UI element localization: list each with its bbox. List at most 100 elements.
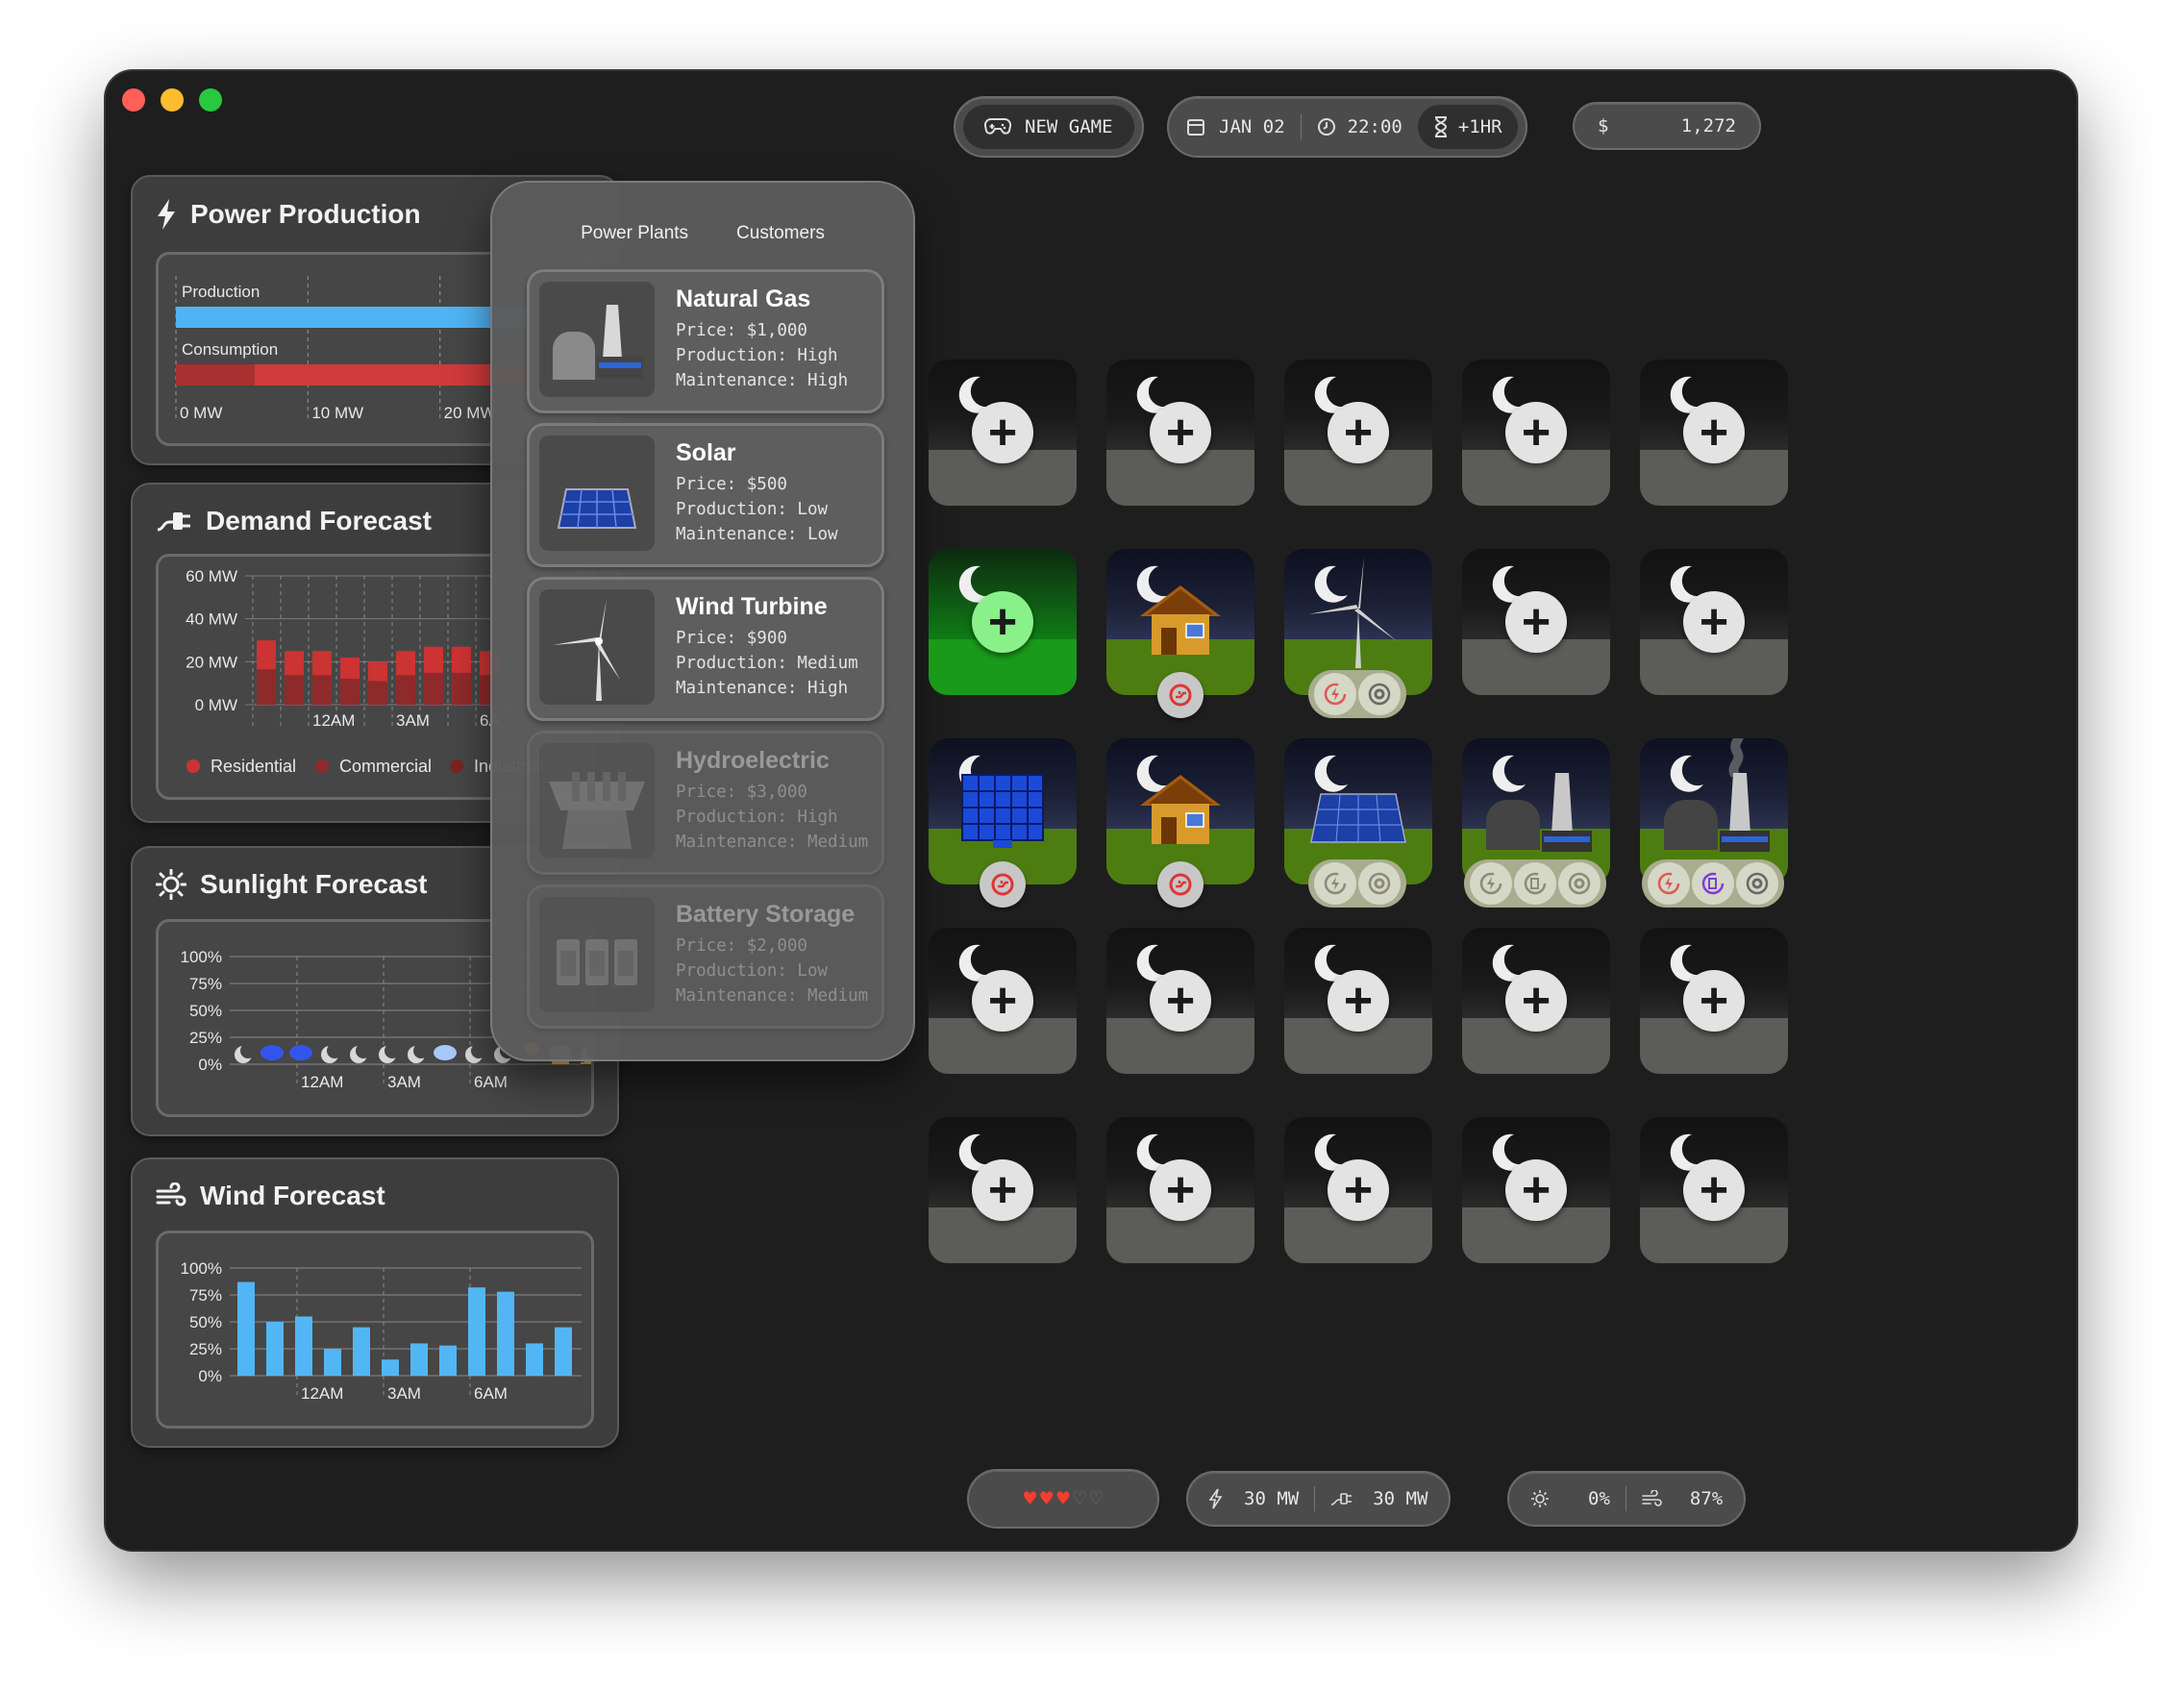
add-building-button[interactable]: + xyxy=(1328,402,1389,463)
power-output-icon xyxy=(1648,862,1690,905)
add-building-button[interactable]: + xyxy=(1683,402,1745,463)
grid-tile-empty[interactable]: + xyxy=(1640,549,1788,695)
grid-tile-empty[interactable]: + xyxy=(1640,1117,1788,1263)
zoom-window-button[interactable] xyxy=(199,88,222,112)
plug-icon xyxy=(156,507,192,535)
grid-tile-empty[interactable]: + xyxy=(1462,549,1610,695)
tile-status-badges xyxy=(1308,670,1406,718)
grid-tile-empty[interactable]: + xyxy=(1284,928,1432,1074)
tile-status-badges xyxy=(1308,859,1406,908)
plant-card-natural-gas[interactable]: Natural Gas Price: $1,000 Production: Hi… xyxy=(527,269,884,413)
power-production-title: Power Production xyxy=(190,199,421,229)
weather-stats-pill: 0% 87% xyxy=(1507,1471,1747,1527)
add-building-button[interactable]: + xyxy=(1683,970,1745,1032)
maintenance-gear-icon xyxy=(1358,673,1401,715)
add-building-button[interactable]: + xyxy=(1328,1159,1389,1221)
plant-card-solar[interactable]: Solar Price: $500 Production: Low Mainte… xyxy=(527,423,884,567)
plant-maintenance: Maintenance: Medium xyxy=(676,833,869,852)
add-building-button[interactable]: + xyxy=(1505,1159,1567,1221)
wind-forecast-panel: Wind Forecast 100% 75% 50% 25% 0% 12AM 3AM 6AM xyxy=(131,1157,619,1448)
gamepad-icon xyxy=(984,117,1011,137)
dam-icon xyxy=(539,743,655,858)
plant-production: Production: High xyxy=(676,346,838,365)
unpowered-plug-icon xyxy=(980,861,1026,908)
grid-tile-empty[interactable]: + xyxy=(1462,928,1610,1074)
add-building-button[interactable]: + xyxy=(1505,970,1567,1032)
production-label: Production xyxy=(182,283,260,301)
power-output-icon xyxy=(1314,673,1356,715)
plant-price: Price: $500 xyxy=(676,475,787,494)
wind-bar xyxy=(237,1281,255,1376)
demand-bar-commercial xyxy=(368,681,387,705)
advance-hour-button[interactable]: +1HR xyxy=(1417,105,1518,149)
tab-power-plants[interactable]: Power Plants xyxy=(581,223,688,244)
plant-price: Price: $2,000 xyxy=(676,936,807,956)
add-building-button[interactable]: + xyxy=(1150,970,1211,1032)
add-building-button[interactable]: + xyxy=(1150,402,1211,463)
maintenance-gear-icon xyxy=(1358,862,1401,905)
minimize-window-button[interactable] xyxy=(161,88,184,112)
time-text: 22:00 xyxy=(1347,116,1402,137)
grid-tile-empty[interactable]: + xyxy=(1106,928,1254,1074)
grid-tile-empty[interactable]: + xyxy=(929,928,1077,1074)
x-tick-label: 12AM xyxy=(301,1384,343,1403)
grid-tile-empty[interactable]: + xyxy=(1462,360,1610,506)
y-tick-label: 0 MW xyxy=(195,696,237,714)
grid-tile-empty[interactable]: + xyxy=(1284,1117,1432,1263)
grid-tile-empty[interactable]: + xyxy=(929,1117,1077,1263)
add-building-button[interactable]: + xyxy=(1505,591,1567,653)
add-building-button[interactable]: + xyxy=(1683,1159,1745,1221)
add-building-button[interactable]: + xyxy=(1505,402,1567,463)
grid-tile-empty[interactable]: + xyxy=(1106,1117,1254,1263)
heart-full-icon: ♥ xyxy=(1040,1486,1054,1511)
y-tick-label: 0% xyxy=(198,1367,222,1385)
plant-maintenance: Maintenance: High xyxy=(676,371,849,390)
rain-cloud-icon xyxy=(289,1045,312,1060)
moon-shadow xyxy=(471,1043,486,1058)
add-building-button[interactable]: + xyxy=(1328,970,1389,1032)
y-tick-label: 40 MW xyxy=(186,610,237,629)
grid-tile-empty[interactable]: + xyxy=(1284,360,1432,506)
close-window-button[interactable] xyxy=(122,88,145,112)
plant-name: Battery Storage xyxy=(676,901,856,928)
plant-name: Natural Gas xyxy=(676,286,811,312)
grid-tile-empty[interactable]: + xyxy=(929,360,1077,506)
reliability-hearts: ♥ ♥ ♥ ♡ ♡ xyxy=(1022,1487,1104,1511)
plant-name: Wind Turbine xyxy=(676,593,828,620)
tab-customers[interactable]: Customers xyxy=(736,223,825,244)
add-building-button[interactable]: + xyxy=(972,970,1033,1032)
grid-tile-empty[interactable]: + xyxy=(1640,360,1788,506)
grid-tile-empty[interactable]: + xyxy=(1640,928,1788,1074)
wind-bar xyxy=(353,1327,370,1376)
grid-tile-empty[interactable]: + xyxy=(1462,1117,1610,1263)
plant-card-wind-turbine[interactable]: Wind Turbine Price: $900 Production: Med… xyxy=(527,577,884,721)
fuel-icon xyxy=(1692,862,1734,905)
sunlight-value: 0% xyxy=(1588,1488,1610,1509)
y-tick-label: 20 MW xyxy=(186,653,237,671)
add-building-button[interactable]: + xyxy=(1683,591,1745,653)
wind-bar xyxy=(324,1349,341,1376)
unpowered-plug-icon xyxy=(1157,672,1204,718)
plant-price: Price: $900 xyxy=(676,629,787,648)
consumption-label: Consumption xyxy=(182,340,278,359)
add-building-button[interactable]: + xyxy=(972,591,1033,653)
maintenance-gear-icon xyxy=(1736,862,1778,905)
wind-icon xyxy=(156,1182,186,1209)
grid-tile-selected[interactable]: + xyxy=(929,549,1077,695)
plant-name: Hydroelectric xyxy=(676,747,830,774)
moon-shadow xyxy=(413,1043,429,1058)
new-game-button[interactable]: NEW GAME xyxy=(963,105,1134,149)
x-tick-label: 3AM xyxy=(396,711,430,730)
grid-tile-empty[interactable]: + xyxy=(1106,360,1254,506)
add-building-button[interactable]: + xyxy=(972,1159,1033,1221)
x-tick-label: 12AM xyxy=(301,1073,343,1091)
heart-full-icon: ♥ xyxy=(1056,1486,1070,1511)
wind-forecast-svg: 100% 75% 50% 25% 0% 12AM 3AM 6AM xyxy=(181,1259,582,1403)
x-tick-label: 20 MW xyxy=(444,404,496,422)
y-tick-label: 60 MW xyxy=(186,567,237,585)
money-value: 1,272 xyxy=(1680,115,1736,137)
add-building-button[interactable]: + xyxy=(972,402,1033,463)
date-text: JAN 02 xyxy=(1219,116,1285,137)
add-building-button[interactable]: + xyxy=(1150,1159,1211,1221)
legend-dot xyxy=(450,759,463,773)
